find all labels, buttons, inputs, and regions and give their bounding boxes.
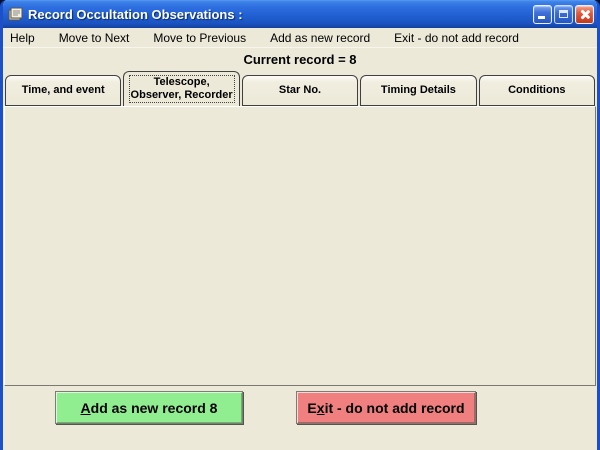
menu-move-to-previous[interactable]: Move to Previous <box>153 31 246 45</box>
tab-star-no[interactable]: Star No. <box>242 75 358 106</box>
minimize-icon <box>538 16 545 19</box>
menu-move-to-next[interactable]: Move to Next <box>59 31 130 45</box>
window-controls <box>533 5 594 24</box>
menu-bar: Help Move to Next Move to Previous Add a… <box>3 28 597 48</box>
menu-add-as-new-record[interactable]: Add as new record <box>270 31 370 45</box>
maximize-button[interactable] <box>554 5 573 24</box>
titlebar: Record Occultation Observations : <box>0 0 600 28</box>
current-record-row: Current record = 8 <box>3 48 597 70</box>
close-icon <box>579 9 590 20</box>
current-record-label: Current record = 8 <box>243 52 356 67</box>
menu-exit-do-not-add[interactable]: Exit - do not add record <box>394 31 519 45</box>
tab-label: Timing Details <box>381 84 456 97</box>
close-button[interactable] <box>575 5 594 24</box>
exit-do-not-add-button[interactable]: Exit - do not add record <box>296 391 476 424</box>
record-occultation-window: Record Occultation Observations : Help M… <box>0 0 600 450</box>
tab-panel-telescope-observer-recorder <box>4 106 596 386</box>
tab-time-and-event[interactable]: Time, and event <box>5 75 121 106</box>
maximize-icon <box>559 10 568 18</box>
minimize-button[interactable] <box>533 5 552 24</box>
tab-label: Telescope,Observer, Recorder <box>129 75 235 103</box>
add-as-new-record-button[interactable]: Add as new record 8 <box>55 391 243 424</box>
tab-conditions[interactable]: Conditions <box>479 75 595 106</box>
window-title: Record Occultation Observations : <box>28 7 243 22</box>
tab-strip: Time, and event Telescope,Observer, Reco… <box>5 72 595 106</box>
tab-label: Conditions <box>508 84 565 97</box>
tab-telescope-observer-recorder[interactable]: Telescope,Observer, Recorder <box>123 71 239 106</box>
tab-label: Star No. <box>279 84 321 97</box>
window-icon <box>6 5 24 23</box>
tab-label: Time, and event <box>22 84 105 97</box>
menu-help[interactable]: Help <box>10 31 35 45</box>
tab-timing-details[interactable]: Timing Details <box>360 75 476 106</box>
